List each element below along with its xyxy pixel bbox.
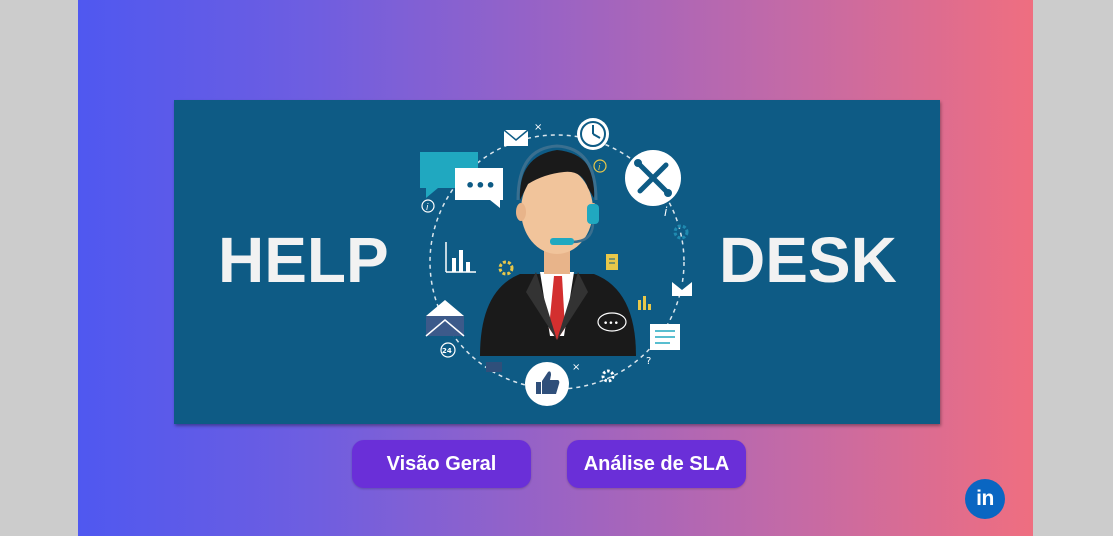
right-margin — [1033, 0, 1113, 536]
help-text: HELP — [218, 224, 389, 296]
dashboard-canvas: HELP DESK × i i ••• i 24 × ? ••• Visão G… — [78, 0, 1033, 536]
mini-envelope-icon — [486, 362, 502, 372]
overview-button[interactable]: Visão Geral — [352, 440, 531, 488]
left-margin — [0, 0, 78, 536]
gear-icon-bottom — [601, 369, 615, 383]
tools-icon — [625, 150, 681, 206]
svg-text:•••: ••• — [465, 176, 496, 195]
support-agent-avatar: ••• — [480, 144, 636, 356]
svg-text:24: 24 — [442, 347, 452, 355]
sla-analysis-button[interactable]: Análise de SLA — [567, 440, 746, 488]
document-icon — [650, 324, 680, 350]
envelope-icon — [503, 129, 529, 146]
info-icon-small: i — [664, 205, 668, 219]
open-envelope-icon — [425, 300, 465, 337]
clock-icon — [577, 118, 609, 150]
info-icon-left: i — [421, 199, 435, 213]
gear-icon-yellow — [498, 260, 514, 276]
24-hours-icon: 24 — [440, 342, 456, 358]
thumbs-up-icon — [525, 362, 569, 406]
folder-icon — [672, 282, 692, 296]
question-mark-icon: ? — [646, 356, 651, 367]
sparkle-icon: × — [534, 122, 542, 133]
file-icon — [606, 254, 618, 270]
help-desk-illustration: HELP DESK × i i ••• i 24 × ? ••• — [218, 118, 897, 406]
bar-chart-icon — [445, 242, 476, 273]
chat-bubble-icon: ••• — [420, 152, 503, 208]
linkedin-label: in — [976, 487, 994, 510]
linkedin-icon[interactable]: in — [965, 479, 1005, 519]
desk-text: DESK — [719, 224, 897, 296]
svg-text:•••: ••• — [603, 319, 619, 329]
sparkle-icon-bottom: × — [572, 362, 580, 373]
help-desk-banner: HELP DESK × i i ••• i 24 × ? ••• — [174, 100, 940, 424]
info-icon: i — [593, 159, 607, 173]
small-chart-icon — [638, 296, 651, 310]
